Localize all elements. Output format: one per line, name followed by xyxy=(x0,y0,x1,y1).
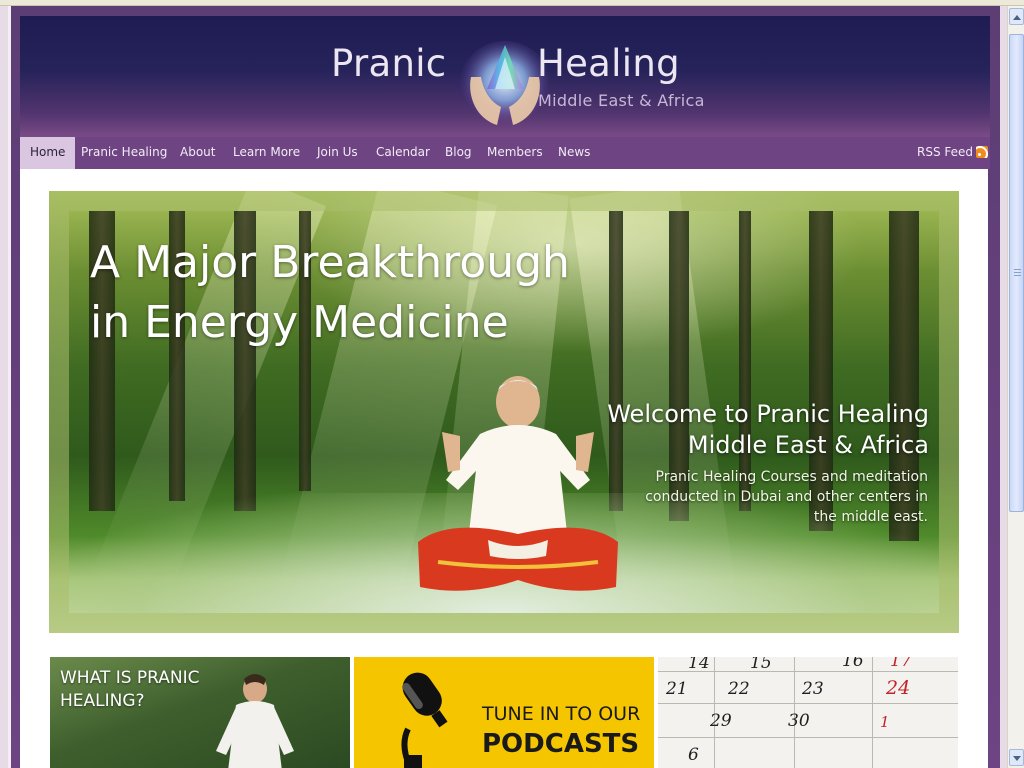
calendar-date: 14 xyxy=(688,657,710,673)
site-header: Pranic Healing Middle East & Africa xyxy=(20,16,990,137)
hero-description: Pranic Healing Courses and meditation co… xyxy=(645,469,928,525)
logo-word-left[interactable]: Pranic xyxy=(331,42,446,85)
logo-word-right[interactable]: Healing xyxy=(537,42,680,85)
main-navigation: Home Pranic Healing About Learn More Joi… xyxy=(20,137,990,169)
calendar-grid-line xyxy=(872,657,873,768)
tile-calendar[interactable]: 14 15 16 17 21 22 23 24 29 30 1 6 xyxy=(658,657,958,768)
tile-2-title: TUNE IN TO OUR PODCASTS xyxy=(482,699,640,759)
scroll-grip-line xyxy=(1014,275,1021,276)
nav-item-about[interactable]: About xyxy=(180,137,215,169)
calendar-date: 22 xyxy=(728,679,750,699)
nav-item-home[interactable]: Home xyxy=(20,137,76,169)
tile-1-title-line2: HEALING? xyxy=(60,691,145,711)
tile-podcasts[interactable]: TUNE IN TO OUR PODCASTS xyxy=(354,657,654,768)
tile-1-title-line1: WHAT IS PRANIC xyxy=(60,668,200,688)
vertical-scrollbar[interactable] xyxy=(1007,6,1024,768)
calendar-date: 29 xyxy=(710,711,732,731)
tile-what-is-pranic-healing[interactable]: WHAT IS PRANIC HEALING? xyxy=(50,657,350,768)
rss-feed-link[interactable]: RSS Feed xyxy=(917,137,988,169)
nav-item-pranic-healing[interactable]: Pranic Healing xyxy=(81,137,167,169)
logo-subtitle: Middle East & Africa xyxy=(538,91,705,110)
meditating-woman-image xyxy=(216,674,294,768)
scroll-up-arrow-icon xyxy=(1013,15,1021,20)
nav-item-members[interactable]: Members xyxy=(487,137,543,169)
scroll-up-button[interactable] xyxy=(1009,8,1024,25)
calendar-date: 24 xyxy=(886,677,911,699)
scroll-grip-line xyxy=(1014,272,1021,273)
nav-item-news[interactable]: News xyxy=(558,137,590,169)
calendar-date: 6 xyxy=(688,745,699,765)
calendar-date: 21 xyxy=(666,679,688,699)
hero-welcome-line2: Middle East & Africa xyxy=(687,431,929,459)
calendar-date: 23 xyxy=(802,679,824,699)
hero-headline: A Major Breakthrough in Energy Medicine xyxy=(90,233,570,353)
hero-headline-line1: A Major Breakthrough xyxy=(90,237,570,288)
calendar-date: 30 xyxy=(788,711,810,731)
nav-item-blog[interactable]: Blog xyxy=(445,137,472,169)
meditating-teacher-image xyxy=(418,376,618,591)
hero-welcome-heading: Welcome to Pranic Healing Middle East & … xyxy=(589,399,929,461)
calendar-grid-line xyxy=(658,737,958,738)
hero-welcome-line1: Welcome to Pranic Healing xyxy=(607,400,929,428)
scroll-grip-line xyxy=(1014,269,1021,270)
rss-icon xyxy=(976,146,988,158)
hero-headline-line2: in Energy Medicine xyxy=(90,297,509,348)
nav-item-calendar[interactable]: Calendar xyxy=(376,137,430,169)
calendar-date: 16 xyxy=(842,657,864,671)
nav-item-join-us[interactable]: Join Us xyxy=(317,137,358,169)
tile-2-title-line1: TUNE IN TO OUR xyxy=(482,703,641,725)
calendar-date: 17 xyxy=(890,657,912,671)
tile-2-title-line2: PODCASTS xyxy=(482,729,640,759)
calendar-date: 15 xyxy=(750,657,772,673)
calendar-grid-line xyxy=(658,703,958,704)
rss-feed-label: RSS Feed xyxy=(916,145,973,159)
scroll-down-button[interactable] xyxy=(1009,749,1024,766)
scroll-thumb[interactable] xyxy=(1009,34,1024,512)
nav-item-learn-more[interactable]: Learn More xyxy=(233,137,300,169)
microphone-icon xyxy=(401,672,448,768)
calendar-date: 1 xyxy=(880,713,890,731)
scroll-down-arrow-icon xyxy=(1013,756,1021,761)
frame-edge xyxy=(8,6,11,768)
tile-1-title: WHAT IS PRANIC HEALING? xyxy=(60,667,200,713)
